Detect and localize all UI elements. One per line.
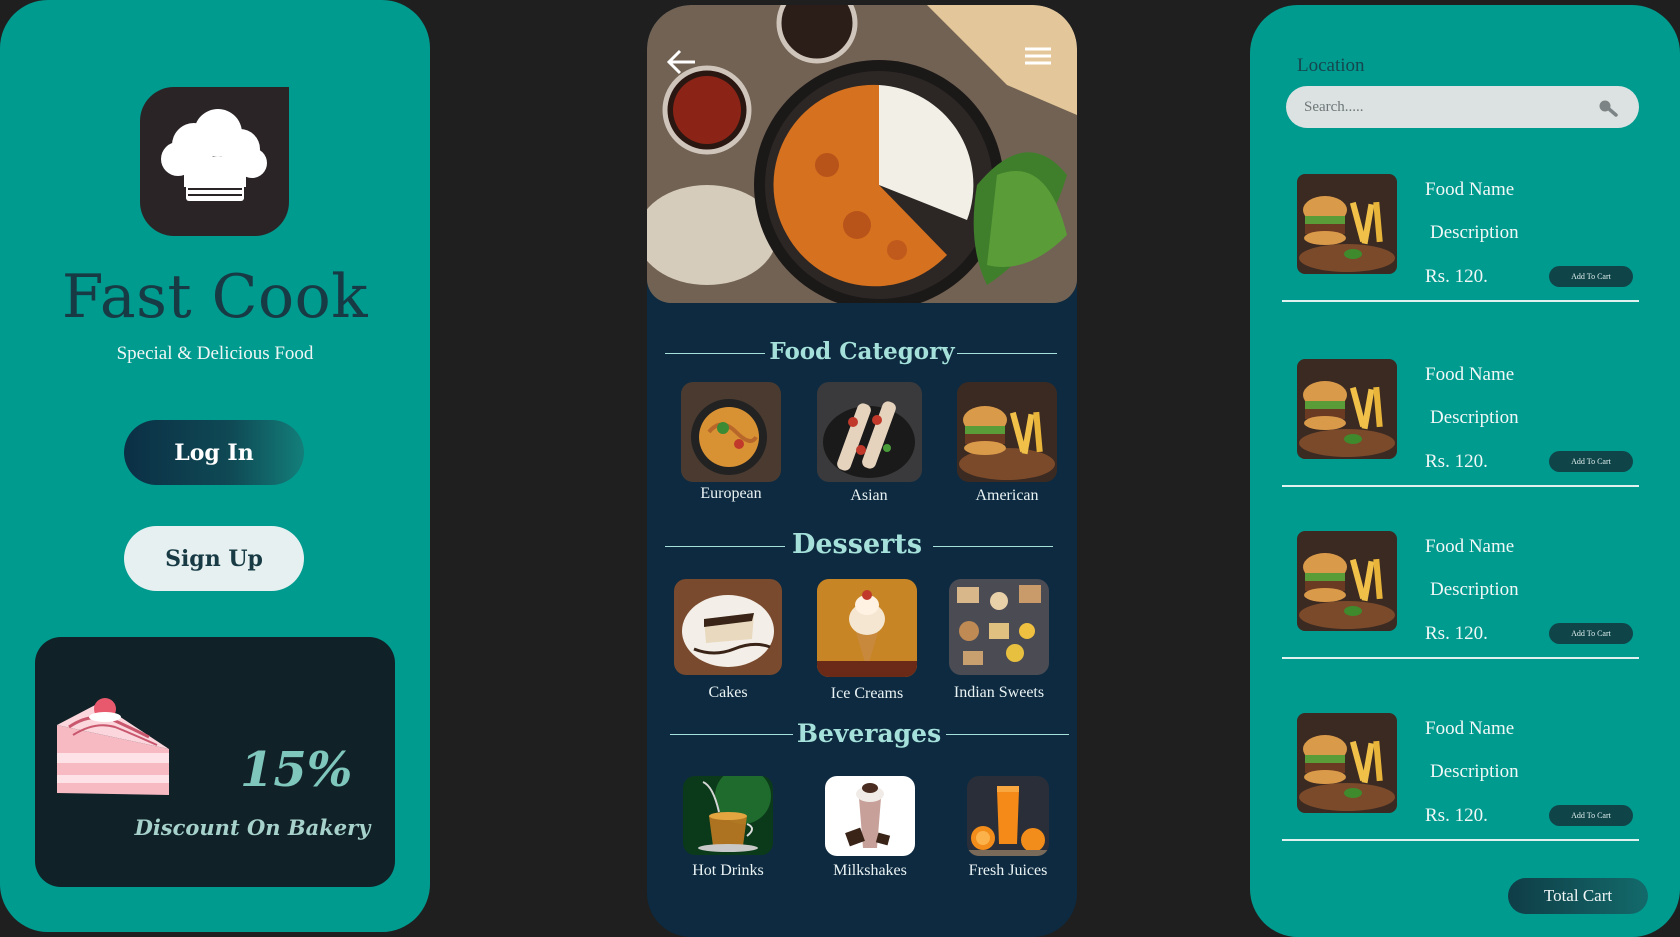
food-price: Rs. 120. xyxy=(1425,451,1488,472)
section-divider xyxy=(933,546,1053,547)
arrow-left-icon[interactable] xyxy=(665,47,699,77)
promo-text: Discount On Bakery xyxy=(134,815,371,840)
food-price: Rs. 120. xyxy=(1425,623,1488,644)
item-divider xyxy=(1282,839,1639,841)
cart-screen: Location Food Name Description Rs. 120. … xyxy=(1250,5,1680,937)
category-tile-american[interactable] xyxy=(957,382,1057,482)
food-description: Description xyxy=(1430,222,1519,243)
food-name: Food Name xyxy=(1425,718,1515,739)
chef-hat-icon xyxy=(161,109,267,201)
category-label-american[interactable]: American xyxy=(942,487,1072,505)
category-tile-ice-creams[interactable] xyxy=(817,579,917,677)
item-divider xyxy=(1282,485,1639,487)
category-tile-asian[interactable] xyxy=(817,382,922,482)
food-description: Description xyxy=(1430,407,1519,428)
category-label-asian[interactable]: Asian xyxy=(804,487,934,505)
category-tile-indian-sweets[interactable] xyxy=(949,579,1049,675)
food-image xyxy=(1297,359,1397,459)
promo-banner[interactable]: 15% Discount On Bakery xyxy=(35,637,395,887)
food-name: Food Name xyxy=(1425,364,1515,385)
category-tile-milkshakes[interactable] xyxy=(825,776,915,856)
login-screen: Fast Cook Special & Delicious Food Log I… xyxy=(0,0,430,932)
promo-percent: 15% xyxy=(240,742,353,798)
category-label-indian-sweets[interactable]: Indian Sweets xyxy=(934,684,1064,702)
section-title-desserts: Desserts xyxy=(791,529,923,560)
category-screen: Food Category European Asian American De… xyxy=(647,5,1077,937)
food-image xyxy=(1297,713,1397,813)
food-price: Rs. 120. xyxy=(1425,266,1488,287)
category-label-european[interactable]: European xyxy=(666,485,796,503)
category-label-fresh-juices[interactable]: Fresh Juices xyxy=(943,862,1073,880)
category-tile-european[interactable] xyxy=(681,382,781,482)
search-input[interactable] xyxy=(1286,86,1639,128)
cake-slice-image xyxy=(57,698,169,795)
food-description: Description xyxy=(1430,761,1519,782)
login-button[interactable]: Log In xyxy=(124,420,304,485)
section-divider xyxy=(946,734,1069,735)
location-label: Location xyxy=(1297,55,1365,76)
section-title-beverages: Beverages xyxy=(796,719,942,748)
food-name: Food Name xyxy=(1425,536,1515,557)
food-image xyxy=(1297,531,1397,631)
category-label-milkshakes[interactable]: Milkshakes xyxy=(805,862,935,880)
section-divider xyxy=(957,353,1057,354)
search-icon[interactable] xyxy=(1598,99,1618,117)
food-image xyxy=(1297,174,1397,274)
brand-title: Fast Cook xyxy=(61,262,369,332)
food-description: Description xyxy=(1430,579,1519,600)
add-to-cart-button[interactable]: Add To Cart xyxy=(1549,805,1633,826)
total-cart-button[interactable]: Total Cart xyxy=(1508,878,1648,914)
category-label-hot-drinks[interactable]: Hot Drinks xyxy=(663,862,793,880)
brand-subtitle: Special & Delicious Food xyxy=(116,343,314,364)
signup-button[interactable]: Sign Up xyxy=(124,526,304,591)
hero-image xyxy=(647,5,1077,303)
app-logo xyxy=(140,87,289,236)
add-to-cart-button[interactable]: Add To Cart xyxy=(1549,266,1633,287)
category-tile-cakes[interactable] xyxy=(674,579,782,675)
item-divider xyxy=(1282,300,1639,302)
hamburger-menu-icon[interactable] xyxy=(1022,45,1054,71)
section-title-food-category: Food Category xyxy=(769,338,955,365)
category-label-cakes[interactable]: Cakes xyxy=(663,684,793,702)
section-divider xyxy=(665,353,765,354)
category-tile-hot-drinks[interactable] xyxy=(683,776,773,855)
item-divider xyxy=(1282,657,1639,659)
add-to-cart-button[interactable]: Add To Cart xyxy=(1549,623,1633,644)
food-price: Rs. 120. xyxy=(1425,805,1488,826)
category-label-ice-creams[interactable]: Ice Creams xyxy=(802,685,932,703)
category-tile-fresh-juices[interactable] xyxy=(967,776,1049,856)
add-to-cart-button[interactable]: Add To Cart xyxy=(1549,451,1633,472)
food-name: Food Name xyxy=(1425,179,1515,200)
